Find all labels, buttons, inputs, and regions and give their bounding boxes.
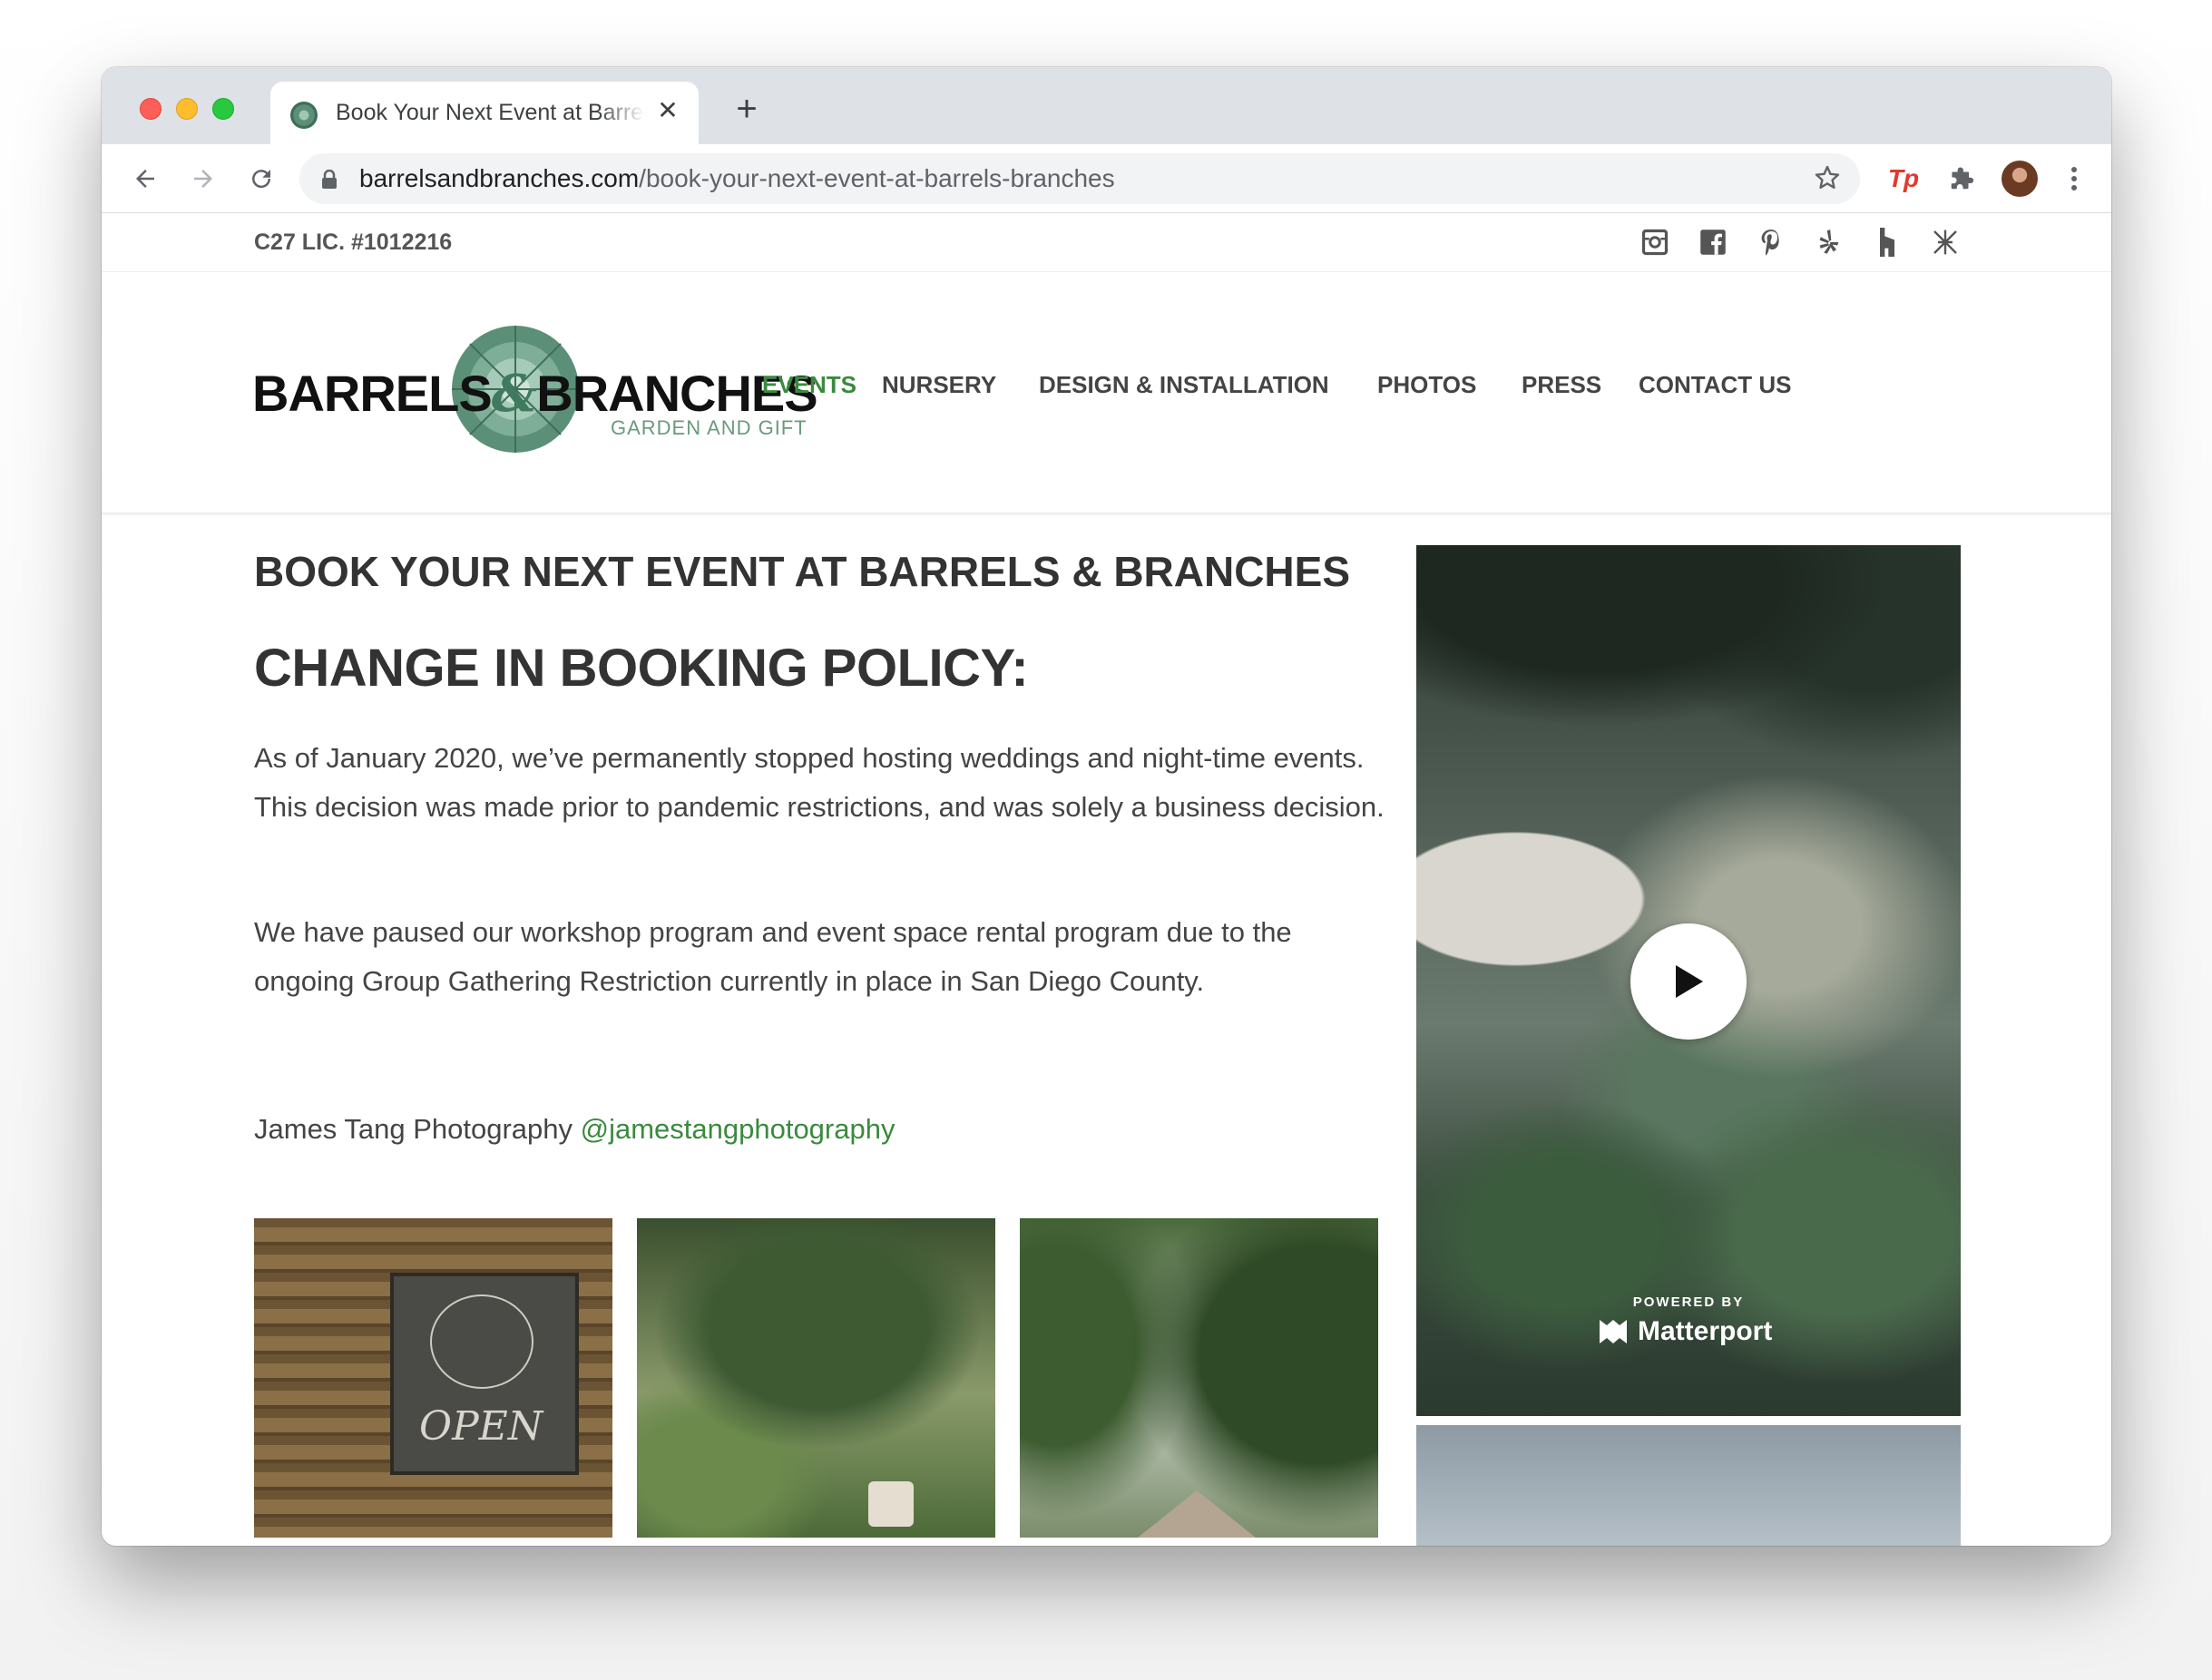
- maximize-window-button[interactable]: [212, 98, 234, 120]
- site-header: BARRELS&BRANCHES GARDEN AND GIFT EVENTS …: [102, 271, 2111, 514]
- web-page: C27 LIC. #1012216 BARRELS&BRANCHES GARDE…: [102, 213, 2111, 1546]
- new-tab-button[interactable]: +: [728, 91, 766, 129]
- top-info-bar: C27 LIC. #1012216: [102, 213, 2111, 272]
- lock-icon[interactable]: [321, 169, 338, 194]
- browser-menu-icon[interactable]: [2056, 161, 2092, 197]
- profile-avatar[interactable]: [2002, 161, 2038, 197]
- nav-press[interactable]: PRESS: [1522, 371, 1601, 399]
- site-favicon-icon: [290, 102, 318, 129]
- photographer-link[interactable]: @jamestangphotography: [581, 1113, 896, 1145]
- restriction-paragraph: We have paused our workshop program and …: [254, 916, 1292, 997]
- second-media-preview[interactable]: [1416, 1425, 1961, 1546]
- section-heading: CHANGE IN BOOKING POLICY:: [254, 639, 1029, 698]
- logo-subtitle: GARDEN AND GIFT: [611, 416, 807, 439]
- pinterest-icon[interactable]: [1755, 226, 1787, 259]
- browser-toolbar: barrelsandbranches.com/book-your-next-ev…: [102, 144, 2111, 213]
- thumbtack-icon[interactable]: [1929, 226, 1962, 259]
- matterport-tour-video[interactable]: POWERED BY Matterport: [1416, 545, 1961, 1416]
- minimize-window-button[interactable]: [176, 98, 198, 120]
- gallery-image-gazebo[interactable]: [1020, 1218, 1378, 1538]
- browser-window: Book Your Next Event at Barrels & Branch…: [102, 67, 2111, 1546]
- facebook-icon[interactable]: [1697, 226, 1729, 259]
- url-text[interactable]: barrelsandbranches.com/book-your-next-ev…: [359, 164, 1115, 193]
- powered-by-label: POWERED BY: [1632, 1294, 1745, 1310]
- nav-contact-us[interactable]: CONTACT US: [1639, 371, 1792, 399]
- extension-tp-icon[interactable]: Tp: [1885, 161, 1922, 197]
- play-icon: [1676, 965, 1703, 998]
- page-title: BOOK YOUR NEXT EVENT AT BARRELS & BRANCH…: [254, 548, 1351, 595]
- open-sign-text: OPEN: [419, 1403, 543, 1450]
- site-logo[interactable]: BARRELS&BRANCHES GARDEN AND GIFT: [252, 317, 833, 462]
- video-foliage: [1416, 545, 1961, 799]
- nav-photos[interactable]: PHOTOS: [1377, 371, 1476, 399]
- instagram-icon[interactable]: [1639, 226, 1671, 259]
- gallery-image-garden-path[interactable]: [637, 1218, 995, 1538]
- active-tab[interactable]: Book Your Next Event at Barrels & Branch…: [270, 82, 699, 144]
- chalkboard-sign: OPEN: [390, 1273, 579, 1475]
- close-window-button[interactable]: [140, 98, 161, 120]
- nav-nursery[interactable]: NURSERY: [882, 371, 996, 399]
- logo-wordmark: BARRELS&BRANCHES: [252, 364, 818, 424]
- tab-title: Book Your Next Event at Barrels & Branch…: [336, 100, 644, 125]
- houzz-icon[interactable]: [1871, 226, 1904, 259]
- tab-strip: Book Your Next Event at Barrels & Branch…: [102, 67, 2111, 144]
- back-icon[interactable]: [127, 161, 163, 197]
- yelp-icon[interactable]: [1813, 226, 1845, 259]
- reload-icon[interactable]: [243, 161, 279, 197]
- tab-close-icon[interactable]: ✕: [651, 94, 684, 127]
- nav-design-installation[interactable]: DESIGN & INSTALLATION: [1039, 371, 1329, 399]
- bookmark-star-icon[interactable]: [1813, 163, 1842, 197]
- gallery-image-open-sign[interactable]: OPEN: [254, 1218, 612, 1538]
- matterport-logo-icon: [1600, 1320, 1627, 1343]
- license-number: C27 LIC. #1012216: [254, 230, 453, 255]
- forward-icon[interactable]: [185, 161, 221, 197]
- matterport-brand: Matterport: [1598, 1316, 1772, 1347]
- address-bar[interactable]: barrelsandbranches.com/book-your-next-ev…: [299, 153, 1860, 204]
- policy-paragraph: As of January 2020, we’ve permanently st…: [254, 742, 1385, 823]
- photo-credit: James Tang Photography @jamestangphotogr…: [254, 1113, 896, 1145]
- nav-events[interactable]: EVENTS: [762, 371, 856, 399]
- extensions-puzzle-icon[interactable]: [1943, 161, 1980, 197]
- play-button[interactable]: [1630, 923, 1747, 1040]
